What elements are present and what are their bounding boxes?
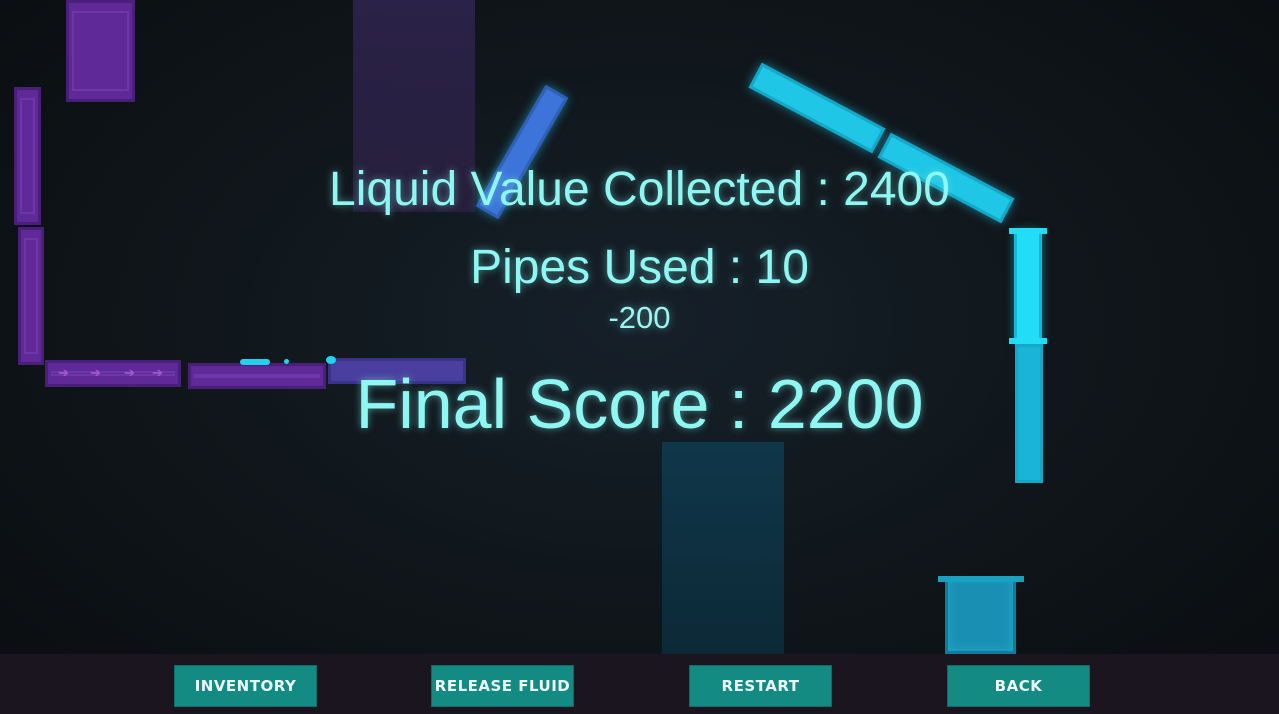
collector-bucket-rim: [938, 576, 1024, 582]
inventory-button[interactable]: INVENTORY: [174, 665, 317, 707]
cyan-tilted-pipe-upper[interactable]: [748, 62, 886, 154]
cyan-pipe-cap-top: [1009, 228, 1047, 234]
bottom-toolbar: INVENTORY RELEASE FLUID RESTART BACK: [0, 654, 1279, 714]
cyan-light-beam: [662, 442, 784, 654]
collector-bucket: [945, 576, 1016, 654]
pipes-used-text: Pipes Used : 10: [470, 241, 809, 294]
release-fluid-button[interactable]: RELEASE FLUID: [431, 665, 574, 707]
fluid-droplet: [326, 356, 336, 364]
pipe-penalty-text: -200: [608, 300, 671, 335]
back-button[interactable]: BACK: [947, 665, 1090, 707]
final-score-text: Final Score : 2200: [355, 365, 924, 443]
purple-source-pipe[interactable]: [66, 0, 135, 102]
liquid-value-collected-text: Liquid Value Collected : 2400: [329, 163, 950, 216]
restart-button[interactable]: RESTART: [689, 665, 832, 707]
